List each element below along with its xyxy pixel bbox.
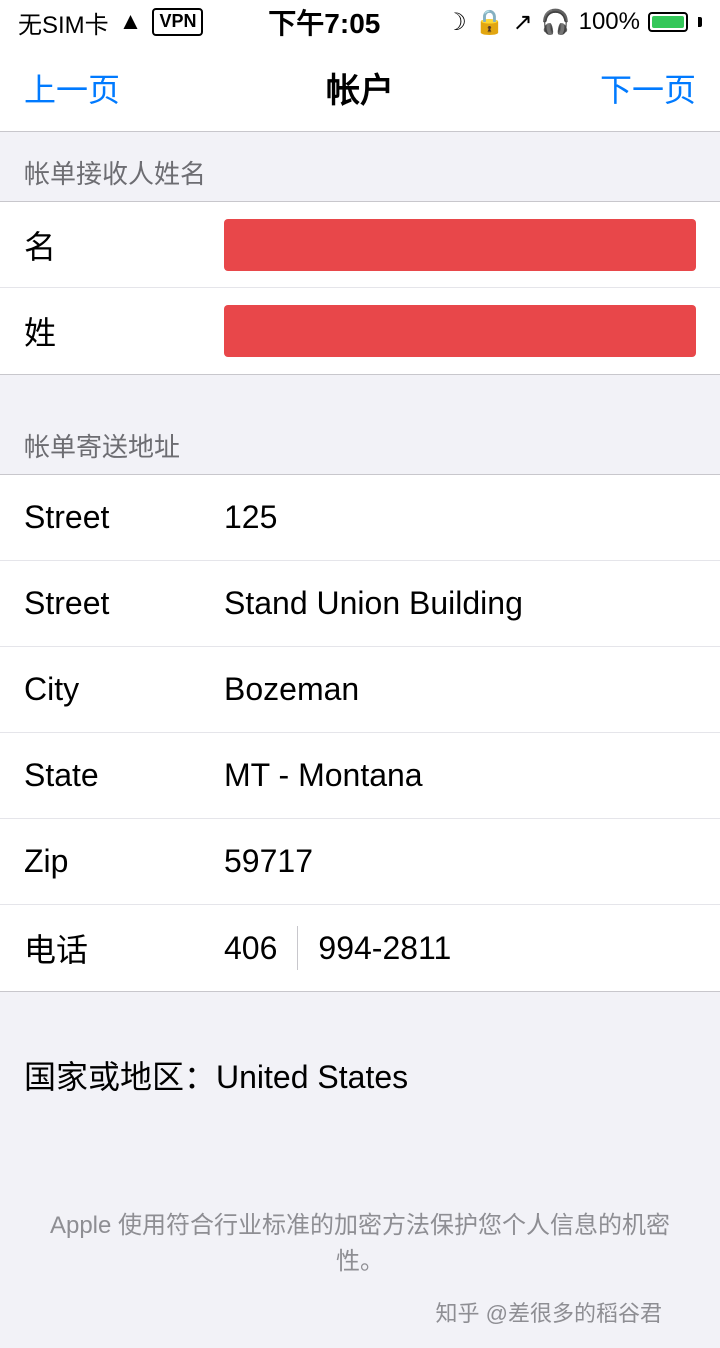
first-name-field[interactable] bbox=[224, 219, 696, 271]
status-left: 无SIM卡 ▲ VPN bbox=[18, 5, 203, 40]
country-value: United States bbox=[216, 1059, 408, 1095]
spacer-4 bbox=[0, 1148, 720, 1178]
street2-value[interactable]: Stand Union Building bbox=[224, 585, 696, 622]
spacer-1 bbox=[0, 375, 720, 405]
zip-label: Zip bbox=[24, 843, 224, 880]
status-right: ☽ 🔒 ↗ 🎧 100% bbox=[445, 8, 702, 37]
footer-credit: 知乎 @差很多的稻谷君 bbox=[48, 1296, 672, 1328]
lock-icon: 🔒 bbox=[475, 8, 505, 37]
last-name-row: 姓 bbox=[0, 288, 720, 374]
country-section: 国家或地区：United States bbox=[0, 1022, 720, 1118]
city-value[interactable]: Bozeman bbox=[224, 671, 696, 708]
footer: Apple 使用符合行业标准的加密方法保护您个人信息的机密性。 知乎 @差很多的… bbox=[0, 1178, 720, 1348]
spacer-3 bbox=[0, 1118, 720, 1148]
prev-page-button[interactable]: 上一页 bbox=[24, 65, 120, 111]
status-bar: 无SIM卡 ▲ VPN 下午7:05 ☽ 🔒 ↗ 🎧 100% bbox=[0, 0, 720, 44]
carrier-label: 无SIM卡 bbox=[18, 5, 109, 40]
state-value[interactable]: MT - Montana bbox=[224, 757, 696, 794]
battery-percent: 100% bbox=[579, 8, 640, 36]
zip-row: Zip 59717 bbox=[0, 819, 720, 905]
state-row: State MT - Montana bbox=[0, 733, 720, 819]
billing-name-header: 帐单接收人姓名 bbox=[0, 132, 720, 201]
vpn-badge: VPN bbox=[152, 8, 203, 36]
page-title: 帐户 bbox=[326, 63, 394, 112]
billing-address-header: 帐单寄送地址 bbox=[0, 405, 720, 474]
nav-bar: 上一页 帐户 下一页 bbox=[0, 44, 720, 132]
phone-label: 电话 bbox=[24, 925, 224, 971]
street1-label: Street bbox=[24, 499, 224, 536]
phone-area-code: 406 bbox=[224, 930, 277, 967]
last-name-label: 姓 bbox=[24, 308, 224, 354]
street2-row: Street Stand Union Building bbox=[0, 561, 720, 647]
phone-number: 994-2811 bbox=[318, 930, 451, 967]
location-icon: ↗ bbox=[513, 8, 533, 37]
moon-icon: ☽ bbox=[445, 8, 467, 37]
footer-text: Apple 使用符合行业标准的加密方法保护您个人信息的机密性。 bbox=[48, 1208, 672, 1280]
phone-value[interactable]: 406 994-2811 bbox=[224, 926, 696, 970]
state-label: State bbox=[24, 757, 224, 794]
next-page-button[interactable]: 下一页 bbox=[600, 65, 696, 111]
spacer-2 bbox=[0, 992, 720, 1022]
first-name-row: 名 bbox=[0, 202, 720, 288]
billing-address-table: Street 125 Street Stand Union Building C… bbox=[0, 474, 720, 992]
street1-value[interactable]: 125 bbox=[224, 499, 696, 536]
country-prefix: 国家或地区： bbox=[24, 1059, 216, 1095]
phone-divider bbox=[297, 926, 298, 970]
street2-label: Street bbox=[24, 585, 224, 622]
last-name-field[interactable] bbox=[224, 305, 696, 357]
zip-value[interactable]: 59717 bbox=[224, 843, 696, 880]
wifi-icon: ▲ bbox=[119, 8, 143, 36]
battery-nub bbox=[698, 17, 702, 27]
city-label: City bbox=[24, 671, 224, 708]
street1-row: Street 125 bbox=[0, 475, 720, 561]
status-time: 下午7:05 bbox=[268, 2, 380, 42]
battery-icon bbox=[648, 12, 688, 32]
headphone-icon: 🎧 bbox=[541, 8, 571, 37]
phone-row: 电话 406 994-2811 bbox=[0, 905, 720, 991]
billing-name-table: 名 姓 bbox=[0, 201, 720, 375]
country-label: 国家或地区：United States bbox=[24, 1059, 408, 1095]
first-name-label: 名 bbox=[24, 222, 224, 268]
city-row: City Bozeman bbox=[0, 647, 720, 733]
